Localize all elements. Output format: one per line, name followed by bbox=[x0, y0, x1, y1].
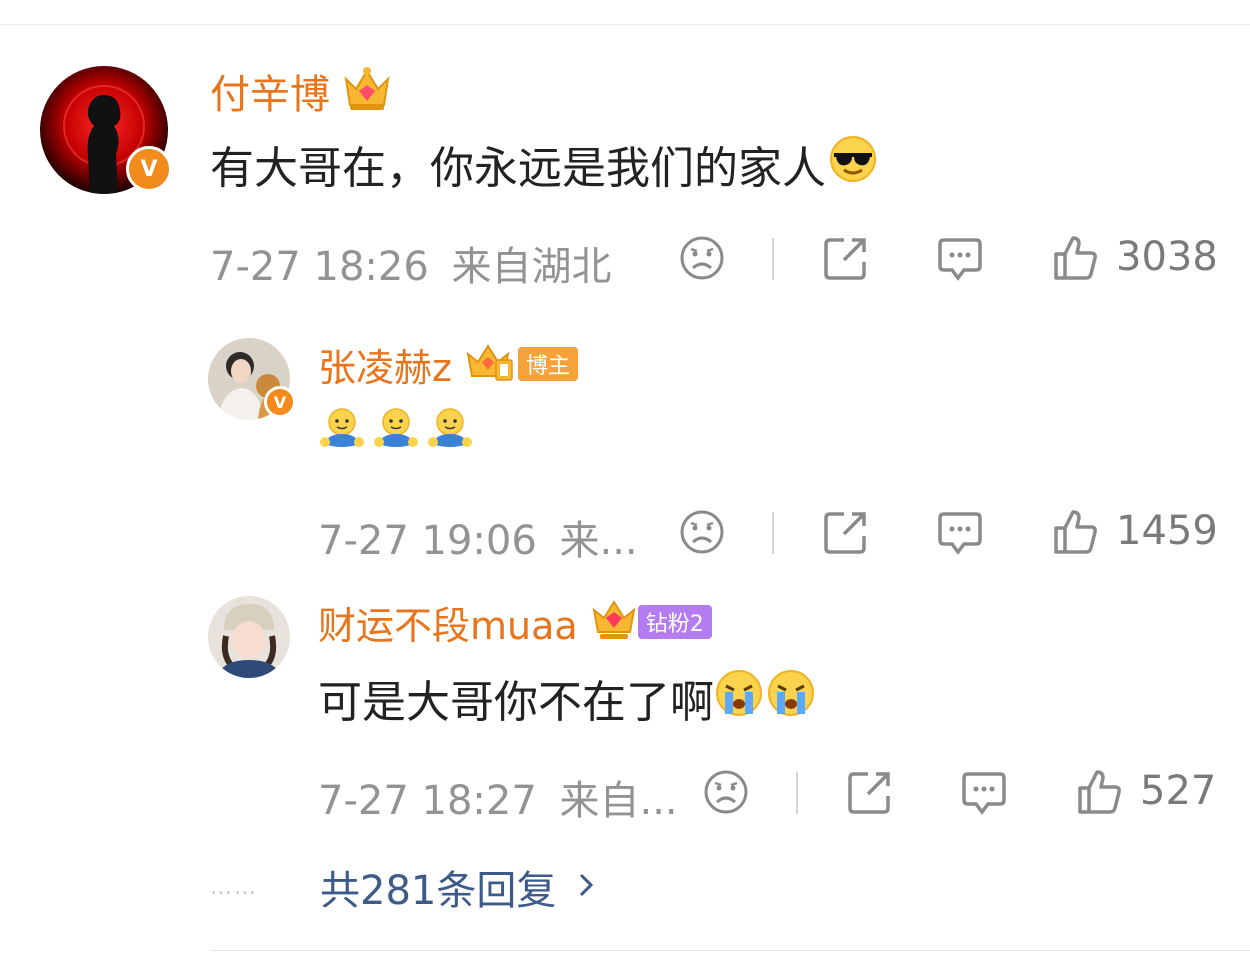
location: 来... bbox=[559, 518, 638, 564]
like-count: 1459 bbox=[1116, 508, 1218, 554]
comment-icon bbox=[962, 772, 1006, 815]
username[interactable]: 付辛博 bbox=[210, 62, 330, 120]
separator bbox=[772, 512, 774, 554]
share-button[interactable] bbox=[822, 234, 870, 282]
comment-header: 张凌赫z 博主 bbox=[318, 340, 578, 390]
like-button[interactable]: 3038 bbox=[1052, 232, 1218, 282]
comment-meta: 7-27 18:26 来自湖北 bbox=[210, 234, 612, 292]
hug-emoji bbox=[426, 406, 474, 465]
like-count: 3038 bbox=[1116, 234, 1218, 280]
comment-header: 付辛博 bbox=[210, 65, 392, 118]
comment-meta: 7-27 18:27 来自... bbox=[318, 768, 678, 826]
comment-text bbox=[318, 406, 474, 465]
comment-meta: 7-27 19:06 来... bbox=[318, 508, 638, 566]
comment-icon bbox=[938, 512, 982, 555]
view-all-replies[interactable]: …… 共281条回复 bbox=[210, 858, 596, 916]
comment-text: 可是大哥你不在了啊 bbox=[318, 668, 816, 729]
share-button[interactable] bbox=[846, 768, 894, 816]
avatar[interactable]: V bbox=[40, 66, 172, 194]
hug-emoji bbox=[318, 406, 366, 465]
comment-icon bbox=[938, 238, 982, 281]
fan-level-tag: 钻粉2 bbox=[637, 605, 712, 639]
bottom-divider bbox=[210, 950, 1250, 951]
username[interactable]: 张凌赫z bbox=[318, 337, 452, 392]
share-icon bbox=[824, 238, 866, 280]
share-icon bbox=[848, 772, 890, 814]
share-icon bbox=[824, 512, 866, 554]
timestamp: 7-27 18:26 bbox=[210, 244, 429, 290]
dislike-button[interactable] bbox=[702, 768, 750, 816]
username[interactable]: 财运不段muaa bbox=[318, 595, 578, 650]
reply-button[interactable] bbox=[936, 508, 984, 556]
diamond-crown-icon bbox=[592, 598, 636, 646]
gold-crown-icon bbox=[466, 342, 516, 386]
like-button[interactable]: 527 bbox=[1076, 766, 1216, 816]
avatar[interactable]: V bbox=[208, 338, 296, 420]
separator bbox=[772, 238, 774, 280]
chevron-right-icon bbox=[576, 870, 596, 904]
share-button[interactable] bbox=[822, 508, 870, 556]
replies-link[interactable]: 共281条回复 bbox=[320, 858, 556, 916]
dislike-button[interactable] bbox=[678, 508, 726, 556]
sad-face-icon bbox=[680, 236, 724, 280]
comment-header: 财运不段muaa 钻粉2 bbox=[318, 598, 712, 648]
hug-emoji bbox=[372, 406, 420, 465]
blogger-tag: 博主 bbox=[517, 347, 578, 381]
thumbs-up-icon bbox=[1078, 770, 1121, 814]
avatar[interactable] bbox=[208, 596, 290, 678]
reply-button[interactable] bbox=[960, 768, 1008, 816]
like-button[interactable]: 1459 bbox=[1052, 506, 1218, 556]
top-divider bbox=[0, 24, 1250, 25]
comment-text: 有大哥在，你永远是我们的家人 bbox=[210, 134, 878, 195]
verified-badge: V bbox=[126, 146, 172, 192]
thumbs-up-icon bbox=[1054, 510, 1097, 554]
timestamp: 7-27 19:06 bbox=[318, 518, 537, 564]
thumbs-up-icon bbox=[1054, 236, 1097, 280]
reply-button[interactable] bbox=[936, 234, 984, 282]
sad-face-icon bbox=[704, 770, 748, 814]
location: 来自... bbox=[559, 778, 678, 824]
dislike-button[interactable] bbox=[678, 234, 726, 282]
separator bbox=[796, 772, 798, 814]
location: 来自湖北 bbox=[451, 244, 612, 290]
dots-divider: …… bbox=[210, 874, 258, 900]
like-count: 527 bbox=[1140, 768, 1217, 814]
sunglasses-emoji bbox=[828, 134, 878, 195]
crying-emoji bbox=[766, 668, 816, 729]
verified-badge: V bbox=[264, 386, 296, 418]
timestamp: 7-27 18:27 bbox=[318, 778, 537, 824]
gold-crown-icon bbox=[342, 65, 392, 117]
crying-emoji bbox=[714, 668, 764, 729]
sad-face-icon bbox=[680, 510, 724, 554]
